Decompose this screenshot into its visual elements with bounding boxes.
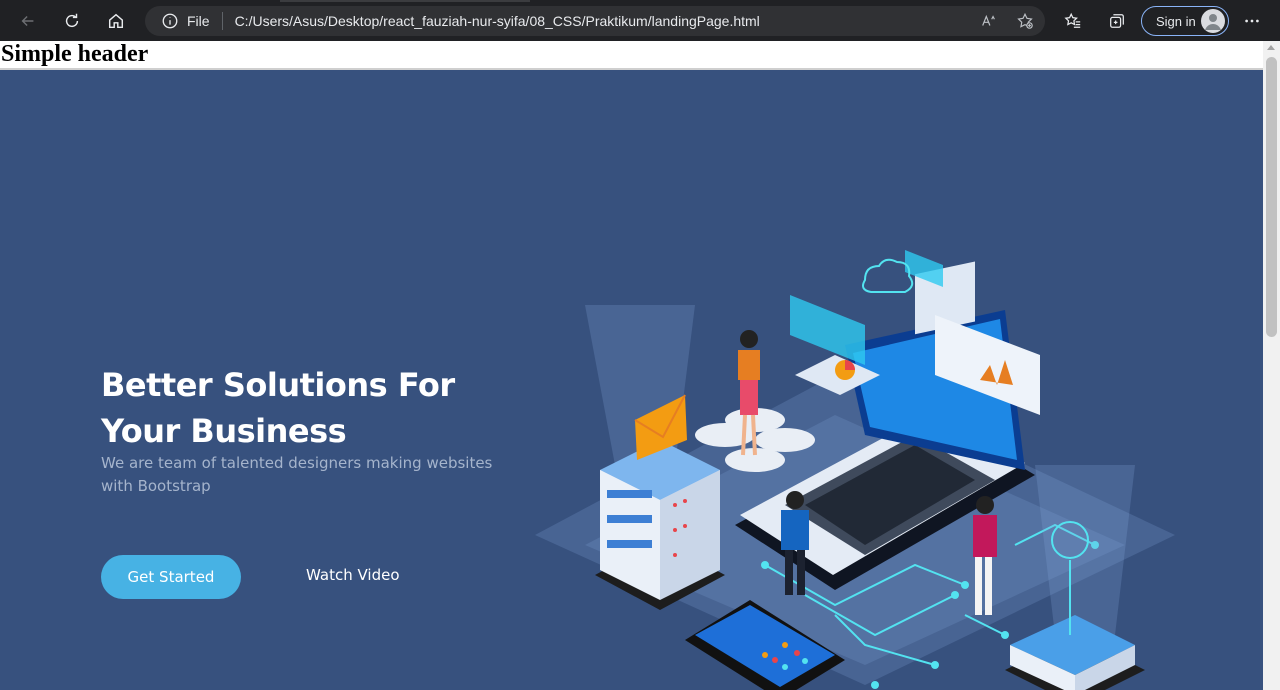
hero-illustration xyxy=(535,250,1175,690)
get-started-button[interactable]: Get Started xyxy=(101,555,241,599)
vertical-scrollbar[interactable] xyxy=(1263,41,1280,690)
hero-section: Better Solutions For Your Business We ar… xyxy=(0,70,1263,690)
scroll-thumb[interactable] xyxy=(1266,57,1277,337)
scheme-label: File xyxy=(187,13,210,29)
home-icon[interactable] xyxy=(102,7,130,35)
more-icon[interactable] xyxy=(1238,7,1266,35)
address-divider xyxy=(221,12,223,30)
info-icon[interactable] xyxy=(161,12,179,30)
favorites-icon[interactable] xyxy=(1059,7,1087,35)
page-viewport: Simple header Better Solutions For Your … xyxy=(0,41,1263,690)
sign-in-label: Sign in xyxy=(1156,13,1196,29)
favorite-add-icon[interactable] xyxy=(1015,11,1035,31)
back-icon[interactable] xyxy=(14,7,42,35)
active-tab-indicator xyxy=(280,0,530,2)
collections-icon[interactable] xyxy=(1103,7,1131,35)
sign-in-button[interactable]: Sign in xyxy=(1141,6,1229,36)
hero-subtitle: We are team of talented designers making… xyxy=(101,454,493,495)
page-header: Simple header xyxy=(1,41,149,67)
refresh-icon[interactable] xyxy=(58,7,86,35)
hero-title: Better Solutions For Your Business xyxy=(101,366,455,450)
scroll-up-arrow[interactable] xyxy=(1267,45,1275,50)
url-text[interactable]: C:/Users/Asus/Desktop/react_fauziah-nur-… xyxy=(235,13,760,29)
read-aloud-icon[interactable] xyxy=(979,11,999,31)
address-bar[interactable]: File C:/Users/Asus/Desktop/react_fauziah… xyxy=(145,6,1045,36)
watch-video-link[interactable]: Watch Video xyxy=(306,566,400,584)
avatar-icon xyxy=(1201,9,1225,33)
browser-toolbar: File C:/Users/Asus/Desktop/react_fauziah… xyxy=(0,0,1280,41)
